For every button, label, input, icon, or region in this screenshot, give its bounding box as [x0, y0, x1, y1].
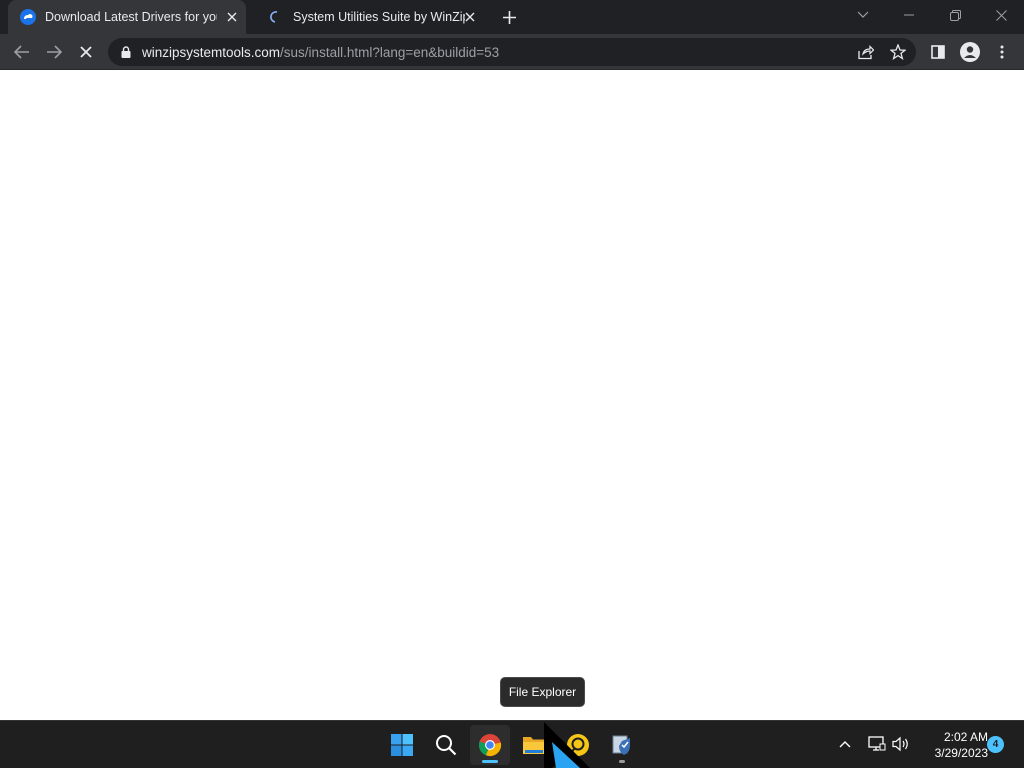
taskbar: 2:02 AM 3/29/2023 4	[0, 720, 1024, 768]
tab-title: System Utilities Suite by WinZip	[293, 10, 465, 24]
close-icon	[80, 46, 92, 58]
tab-title: Download Latest Drivers for your	[45, 10, 217, 24]
tab-download-drivers[interactable]: Download Latest Drivers for your	[8, 0, 246, 34]
more-vertical-icon	[1000, 45, 1004, 59]
mouse-cursor-icon	[544, 722, 590, 768]
start-button[interactable]	[382, 725, 422, 765]
profile-button[interactable]	[956, 38, 984, 66]
notification-badge[interactable]: 4	[987, 736, 1004, 753]
close-icon	[995, 9, 1007, 21]
cloud-logo-icon	[20, 9, 36, 25]
taskbar-chrome-button[interactable]	[470, 725, 510, 765]
taskbar-search-button[interactable]	[426, 725, 466, 765]
close-tab-icon[interactable]	[462, 9, 478, 25]
side-panel-icon	[931, 45, 945, 59]
lock-icon[interactable]	[119, 45, 133, 59]
stop-loading-button[interactable]	[72, 38, 100, 66]
new-tab-button[interactable]	[499, 7, 519, 27]
plus-icon	[502, 10, 516, 24]
url-host: winzipsystemtools.com	[142, 44, 281, 60]
windows-start-icon	[391, 734, 413, 756]
restore-icon	[949, 9, 961, 21]
clock-button[interactable]: 2:02 AM 3/29/2023	[920, 729, 988, 761]
profile-avatar-icon	[960, 42, 980, 62]
browser-toolbar: winzipsystemtools.com/sus/install.html?l…	[0, 34, 1024, 70]
volume-icon	[892, 736, 908, 752]
tab-system-utilities[interactable]: System Utilities Suite by WinZip	[256, 0, 488, 34]
chevron-down-icon	[857, 11, 869, 18]
forward-button[interactable]	[40, 38, 68, 66]
chevron-up-icon	[839, 741, 851, 748]
search-icon	[436, 735, 457, 756]
loading-spinner-icon	[268, 9, 284, 25]
file-explorer-tooltip: File Explorer	[500, 677, 585, 707]
back-button[interactable]	[8, 38, 36, 66]
volume-button[interactable]	[890, 733, 912, 755]
chrome-icon	[478, 734, 502, 757]
network-status-button[interactable]	[866, 733, 888, 755]
bookmark-star-icon[interactable]	[888, 42, 908, 62]
shield-setup-icon	[612, 735, 630, 755]
side-panel-button[interactable]	[924, 38, 952, 66]
minimize-icon	[904, 14, 914, 16]
close-tab-icon[interactable]	[224, 9, 240, 25]
minimize-button[interactable]	[886, 0, 932, 30]
browser-menu-button[interactable]	[988, 38, 1016, 66]
url-text[interactable]: winzipsystemtools.com/sus/install.html?l…	[142, 45, 499, 60]
running-indicator	[619, 760, 625, 763]
arrow-right-icon	[47, 45, 62, 59]
taskbar-installer-button[interactable]	[602, 725, 642, 765]
share-icon[interactable]	[856, 42, 876, 62]
url-path: /sus/install.html?lang=en&buildid=53	[280, 44, 500, 60]
close-window-button[interactable]	[978, 0, 1024, 30]
tab-strip: Download Latest Drivers for your System …	[0, 0, 1024, 34]
running-indicator	[482, 760, 498, 763]
arrow-left-icon	[14, 45, 29, 59]
restore-button[interactable]	[932, 0, 978, 30]
clock-date: 3/29/2023	[934, 746, 988, 760]
tab-search-button[interactable]	[840, 0, 886, 30]
address-bar[interactable]: winzipsystemtools.com/sus/install.html?l…	[108, 38, 916, 66]
network-icon	[868, 736, 886, 751]
show-hidden-icons-button[interactable]	[834, 733, 856, 755]
page-content[interactable]	[0, 70, 1024, 720]
clock-time: 2:02 AM	[943, 730, 988, 744]
